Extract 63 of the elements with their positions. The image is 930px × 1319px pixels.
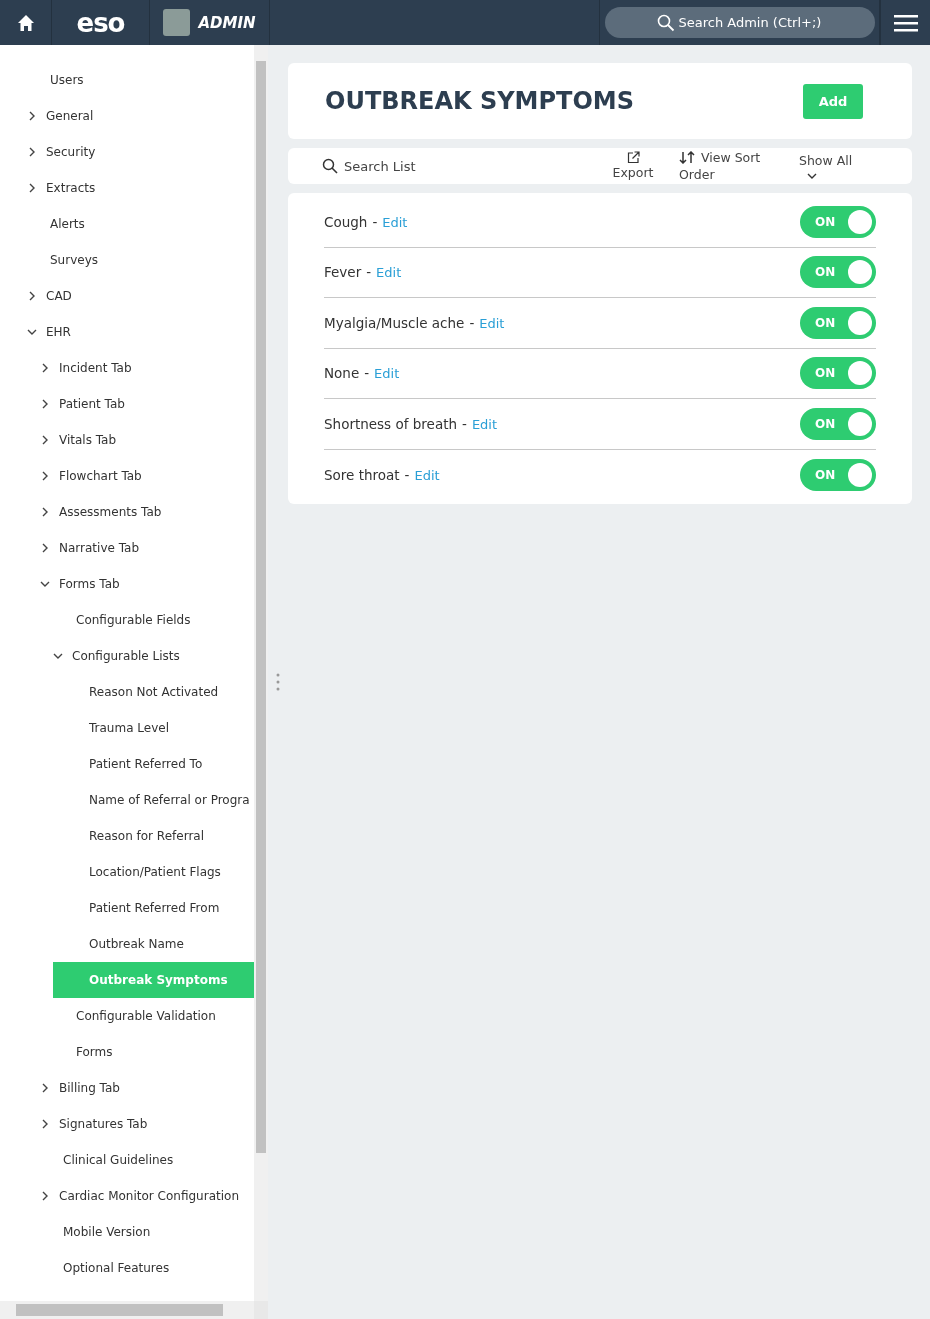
sidebar-item[interactable]: Patient Referred From — [89, 901, 220, 915]
sidebar-item[interactable]: Configurable Validation — [76, 1009, 216, 1023]
vertical-scrollbar[interactable] — [254, 45, 268, 1301]
sidebar-item[interactable]: EHR — [46, 325, 71, 339]
sidebar-item[interactable]: Configurable Lists — [72, 649, 180, 663]
sort-order-button[interactable]: View Sort Order — [679, 149, 779, 183]
chevron-down-icon — [807, 172, 817, 180]
sidebar-item[interactable]: Extracts — [46, 181, 96, 195]
app-icon — [163, 9, 191, 36]
sidebar-item[interactable]: Incident Tab — [59, 361, 132, 375]
separator: - — [404, 466, 410, 483]
export-button[interactable]: Export — [587, 151, 679, 181]
sidebar-item[interactable]: Reason Not Activated — [89, 685, 219, 699]
sidebar-item[interactable]: Vitals Tab — [59, 433, 117, 447]
separator: - — [364, 365, 370, 382]
sidebar-item[interactable]: Outbreak Name — [89, 937, 184, 951]
menu-icon — [893, 13, 918, 32]
search-icon — [656, 14, 675, 32]
sidebar-item[interactable]: Forms Tab — [59, 577, 120, 591]
sidebar-item[interactable]: General — [46, 109, 94, 123]
external-link-icon — [626, 151, 640, 164]
separator: - — [366, 264, 372, 281]
app-label: ADMIN — [198, 13, 256, 32]
logo[interactable]: eso — [76, 7, 125, 38]
sidebar-item[interactable]: Narrative Tab — [59, 541, 139, 555]
page-title: OUTBREAK SYMPTOMS — [325, 87, 635, 115]
sidebar-item[interactable]: Users — [50, 73, 84, 87]
horizontal-scrollbar[interactable] — [0, 1301, 254, 1319]
sort-icon — [679, 151, 695, 164]
sidebar-item[interactable]: Optional Features — [63, 1261, 170, 1275]
sidebar-item[interactable]: Name of Referral or Progra — [89, 793, 250, 807]
search-field[interactable]: Search Admin (Ctrl+;) — [604, 7, 875, 38]
sidebar-item[interactable]: Reason for Referral — [89, 829, 204, 843]
sidebar-item[interactable]: Billing Tab — [59, 1081, 120, 1095]
drag-handle-icon[interactable] — [276, 672, 280, 692]
sidebar-item[interactable]: Signatures Tab — [59, 1117, 148, 1131]
item-name: None — [324, 365, 360, 382]
sidebar-item[interactable]: Alerts — [50, 217, 85, 231]
sidebar-item[interactable]: Trauma Level — [89, 721, 169, 735]
sidebar-item[interactable]: Cardiac Monitor Configuration — [59, 1189, 239, 1203]
item-name: Myalgia/Muscle ache — [324, 314, 465, 331]
sidebar-item[interactable]: Security — [46, 145, 96, 159]
sidebar-item[interactable]: Clinical Guidelines — [63, 1153, 174, 1167]
sidebar-item[interactable]: CAD — [46, 289, 72, 303]
sidebar-item[interactable]: Configurable Fields — [76, 613, 191, 627]
sidebar-item[interactable]: Surveys — [50, 253, 98, 267]
filter-dropdown[interactable]: Show All — [799, 152, 912, 180]
sidebar-item[interactable]: Forms — [76, 1045, 113, 1059]
sidebar-item[interactable]: Patient Referred To — [89, 757, 203, 771]
sidebar-item[interactable]: Assessments Tab — [59, 505, 162, 519]
separator: - — [372, 213, 378, 230]
separator: - — [469, 314, 475, 331]
separator: - — [462, 415, 467, 432]
sidebar-item[interactable]: Mobile Version — [63, 1225, 151, 1239]
sidebar-item[interactable]: Location/Patient Flags — [89, 865, 221, 879]
search-icon — [322, 158, 338, 174]
sidebar-item[interactable]: Flowchart Tab — [59, 469, 142, 483]
item-name: Shortness of breath — [324, 415, 457, 432]
item-name: Sore throat — [324, 466, 400, 483]
item-name: Cough — [324, 213, 368, 230]
item-name: Fever — [324, 264, 362, 281]
sidebar-item[interactable]: Patient Tab — [59, 397, 125, 411]
home-icon — [16, 13, 35, 32]
